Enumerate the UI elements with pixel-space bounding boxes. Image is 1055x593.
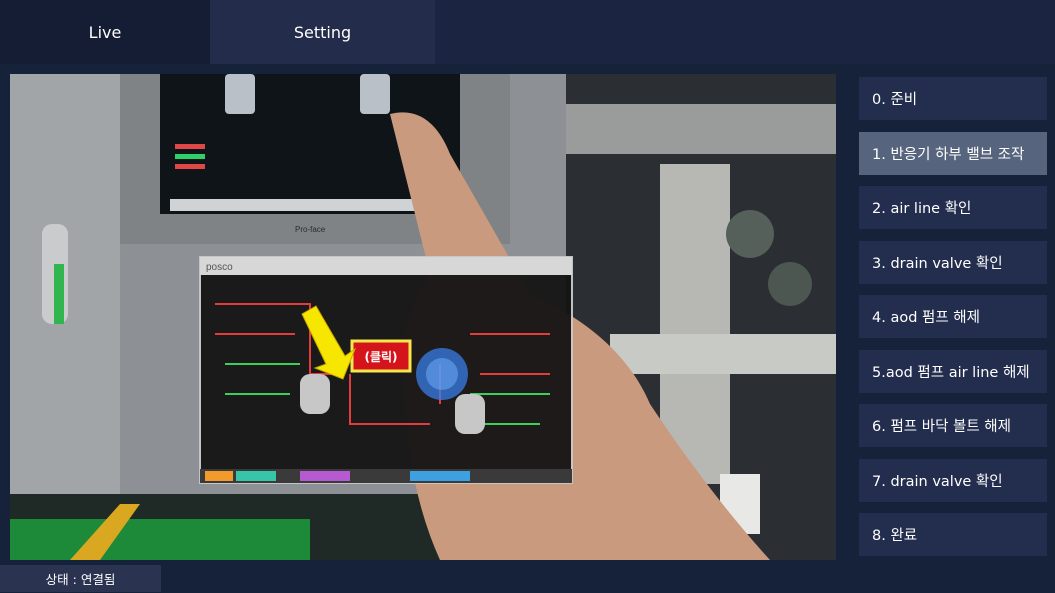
overlay-tab: [300, 471, 350, 481]
overlay-tab: [410, 471, 470, 481]
step-button-7[interactable]: 7. drain valve 확인: [859, 458, 1047, 502]
steel-beam: [566, 104, 836, 154]
step-button-8[interactable]: 8. 완료: [859, 513, 1047, 556]
hmi-indicator: [175, 154, 205, 159]
overlay-tab: [236, 471, 276, 481]
overlay-tab: [205, 471, 233, 481]
handle-latch: [54, 264, 64, 324]
step-button-6[interactable]: 6. 펌프 바닥 볼트 해제: [859, 404, 1047, 447]
tab-live[interactable]: Live: [0, 0, 210, 64]
hmi-tank-2: [360, 74, 390, 114]
panel-brand: Pro-face: [295, 225, 326, 234]
overlay-brand: posco: [206, 262, 233, 273]
connection-status: 상태 : 연결됨: [0, 565, 161, 592]
step-button-1[interactable]: 1. 반응기 하부 밸브 조작: [859, 131, 1047, 175]
step-button-3[interactable]: 3. drain valve 확인: [859, 240, 1047, 284]
green-floor-mat: [10, 519, 310, 560]
callout-label: (클릭): [364, 350, 397, 364]
horizontal-pipe: [610, 334, 836, 374]
tab-setting[interactable]: Setting: [210, 0, 435, 64]
hmi-button-row: [170, 199, 450, 211]
step-button-4[interactable]: 4. aod 펌프 해제: [859, 295, 1047, 338]
ar-overlay-panel: posco (클릭): [199, 256, 573, 484]
step-list: 0. 준비 1. 반응기 하부 밸브 조작 2. air line 확인 3. dra…: [859, 77, 1047, 568]
valve-body: [726, 210, 774, 258]
tab-bar: Live Setting: [0, 0, 1055, 64]
step-button-0[interactable]: 0. 준비: [859, 77, 1047, 120]
hmi-indicator: [175, 164, 205, 169]
camera-frame: Pro-face posco (클릭): [10, 74, 836, 560]
hmi-indicator: [175, 144, 205, 149]
step-button-2[interactable]: 2. air line 확인: [859, 186, 1047, 229]
valve-body-2: [768, 262, 812, 306]
overlay-tank-2: [455, 394, 485, 434]
step-button-5[interactable]: 5.aod 펌프 air line 해제: [859, 349, 1047, 393]
overlay-tank-1: [300, 374, 330, 414]
live-camera-view: Pro-face posco (클릭): [10, 74, 836, 560]
hmi-tank-1: [225, 74, 255, 114]
